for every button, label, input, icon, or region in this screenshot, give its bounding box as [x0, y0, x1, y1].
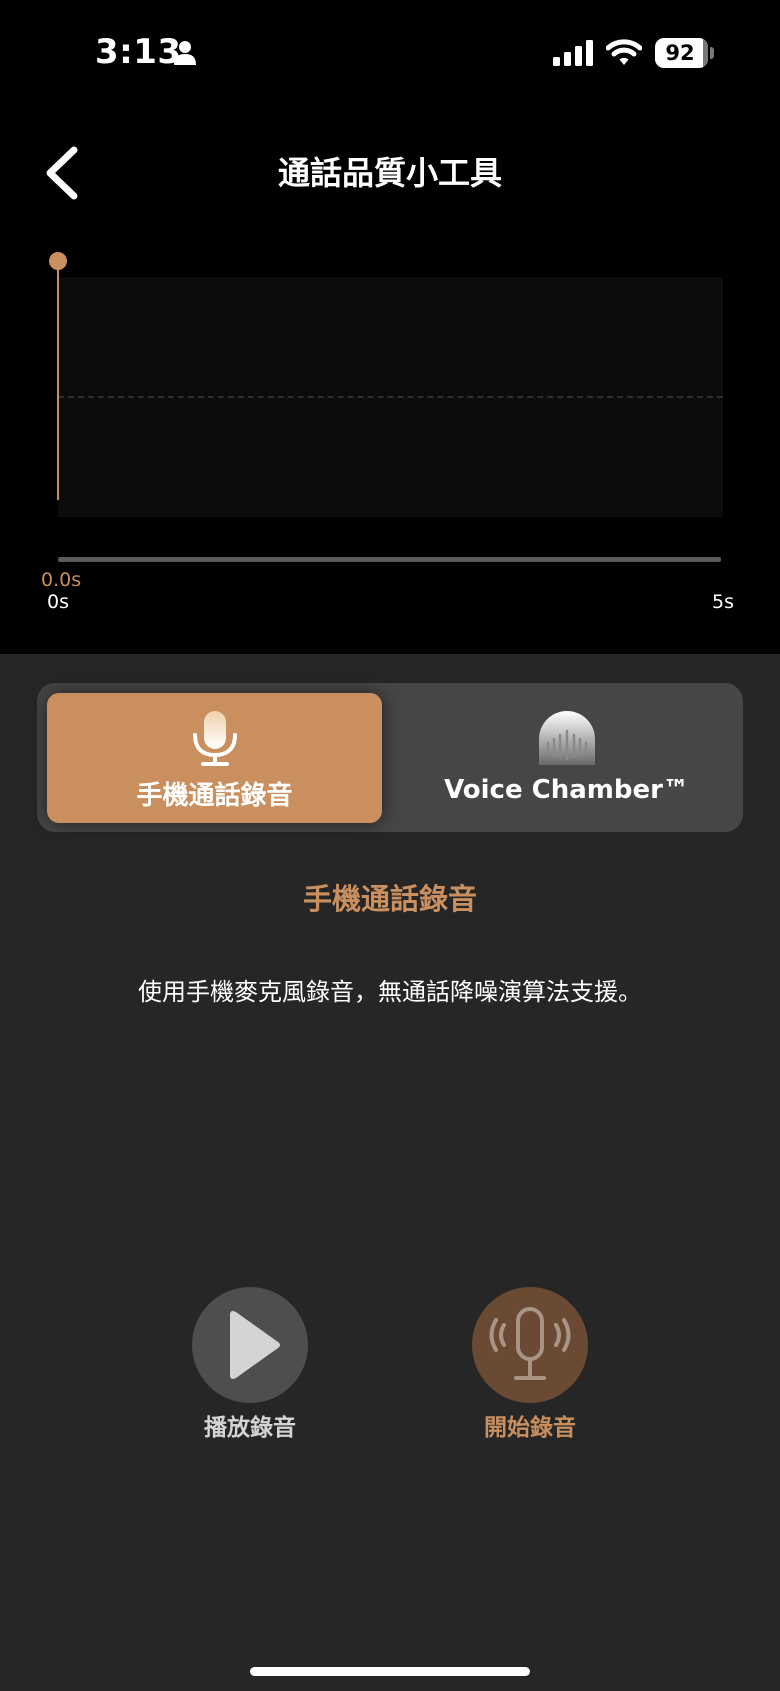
mode-option-label: 手機通話錄音 — [136, 781, 293, 811]
battery-cap — [710, 47, 714, 59]
mode-selector: 手機通話錄音 Voice Chamber™ — [37, 683, 743, 832]
page-title: 通話品質小工具 — [277, 154, 502, 192]
recording-panel: 手機通話錄音 Voice Chamber™ 手機通話錄音 使用手機麥克風錄音，無… — [0, 654, 780, 1691]
battery-level: 92 — [665, 41, 695, 65]
mode-option-phone-recording[interactable]: 手機通話錄音 — [47, 693, 382, 823]
playhead-handle[interactable] — [49, 252, 67, 270]
status-bar: 3:13 92 — [0, 0, 780, 110]
time-start-label: 0s — [47, 591, 69, 613]
playhead-line — [57, 260, 59, 500]
voice-chamber-icon — [538, 711, 595, 765]
start-recording-button[interactable] — [472, 1287, 588, 1403]
play-recording-button[interactable] — [192, 1287, 308, 1403]
nav-header: 通話品質小工具 — [0, 130, 780, 216]
waveform-centerline — [58, 396, 723, 398]
battery-body: 92 — [655, 38, 708, 68]
microphone-icon — [192, 711, 237, 766]
start-recording-label: 開始錄音 — [484, 1415, 576, 1441]
waveform-panel: 0.0s 0s 5s — [0, 216, 780, 654]
wifi-icon — [606, 39, 642, 65]
current-time-label: 0.0s — [41, 569, 82, 591]
play-recording-label: 播放錄音 — [204, 1415, 296, 1441]
play-icon — [230, 1311, 280, 1379]
status-time: 3:13 — [95, 32, 182, 72]
person-icon — [174, 41, 196, 65]
battery-icon: 92 — [655, 38, 714, 68]
mode-option-label: Voice Chamber™ — [444, 775, 689, 805]
microphone-sound-icon — [489, 1307, 571, 1380]
cellular-signal-icon — [553, 40, 593, 66]
timeline-track[interactable] — [58, 557, 721, 562]
mode-heading: 手機通話錄音 — [302, 882, 477, 916]
mode-option-voice-chamber[interactable]: Voice Chamber™ — [399, 693, 734, 823]
mode-description: 使用手機麥克風錄音，無通話降噪演算法支援。 — [138, 978, 642, 1006]
time-end-label: 5s — [712, 591, 734, 613]
home-indicator — [250, 1667, 530, 1676]
